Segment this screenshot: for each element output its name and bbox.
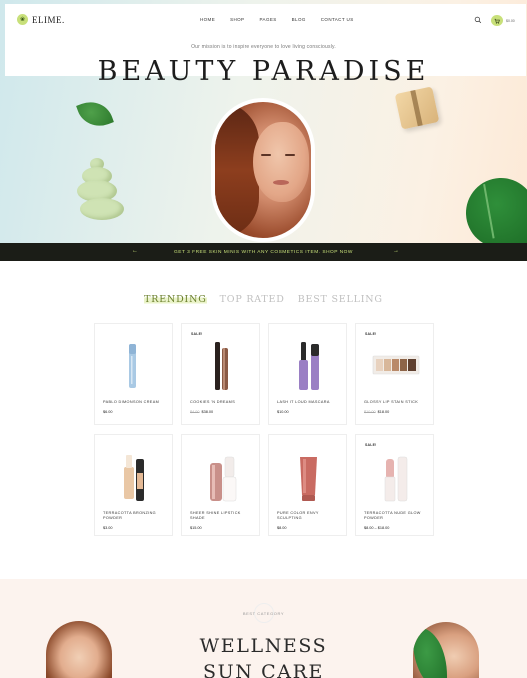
eyeshadow-palette-icon xyxy=(372,355,420,375)
product-name[interactable]: SHEER SHINE LIPSTICK SHADE xyxy=(190,511,256,521)
product-price: $3.00 xyxy=(103,526,113,530)
product-name[interactable]: TERRACOTTA BRONZING POWDER xyxy=(103,511,169,521)
leaf-decoration xyxy=(76,95,114,133)
nav-item-pages[interactable]: PAGES xyxy=(259,17,276,22)
hero-tagline: Our mission is to inspire everyone to lo… xyxy=(191,44,336,50)
foundation-bottle-icon xyxy=(124,455,144,501)
product-name[interactable]: TERRACOTTA NUDE GLOW POWDER xyxy=(364,511,430,521)
product-name[interactable]: PABLO DIMONSON CREAM xyxy=(103,400,169,405)
hero-banner: ❀ ELIME. HOME SHOP PAGES BLOG CONTACT US… xyxy=(0,0,527,243)
lipstick-icon xyxy=(384,456,408,502)
product-price: $6.00 xyxy=(103,410,113,414)
product-card[interactable]: PABLO DIMONSON CREAM $6.00 xyxy=(94,323,173,425)
nav-item-home[interactable]: HOME xyxy=(200,17,215,22)
nav-item-contact[interactable]: CONTACT US xyxy=(321,17,354,22)
concealer-stick-icon xyxy=(129,344,136,388)
product-price: $8.00 – $18.00 xyxy=(364,526,390,530)
category-eyebrow: BEST CATEGORY xyxy=(242,611,285,616)
promo-text[interactable]: GET 3 FREE SKIN MINIS WITH ANY COSMETICS… xyxy=(174,250,353,255)
logo-text: ELIME. xyxy=(32,14,65,25)
product-tabs: TRENDING TOP RATED BEST SELLING xyxy=(0,294,527,305)
tab-trending[interactable]: TRENDING xyxy=(144,294,207,305)
mascara-icon xyxy=(215,342,228,390)
logo-icon: ❀ xyxy=(17,14,28,25)
product-card[interactable]: LASH IT LOUD MASCARA $10.00 xyxy=(268,323,347,425)
promo-prev-arrow-icon[interactable]: ← xyxy=(132,248,138,254)
product-card[interactable]: SALE! GLOSSY LIP STAIN STICK $10.00 $18.0… xyxy=(355,323,434,425)
product-card[interactable]: SHEER SHINE LIPSTICK SHADE $15.00 xyxy=(181,434,260,536)
sale-badge: SALE! xyxy=(365,332,377,336)
nav-item-shop[interactable]: SHOP xyxy=(230,17,244,22)
promo-bar: ← GET 3 FREE SKIN MINIS WITH ANY COSMETI… xyxy=(0,243,527,261)
search-icon[interactable] xyxy=(474,16,482,24)
product-name[interactable]: PURE COLOR ENVY SCULPTING xyxy=(277,511,343,521)
hero-portrait xyxy=(211,98,315,242)
tab-best-selling[interactable]: BEST SELLING xyxy=(298,294,383,305)
product-price: $4.00 $38.00 xyxy=(190,410,214,414)
main-nav: HOME SHOP PAGES BLOG CONTACT US xyxy=(200,17,354,22)
product-price: $8.00 xyxy=(277,526,287,530)
category-photo-left xyxy=(46,621,112,678)
cart-icon xyxy=(494,18,500,24)
product-name[interactable]: GLOSSY LIP STAIN STICK xyxy=(364,400,430,405)
product-card[interactable]: SALE! TERRACOTTA NUDE GLOW POWDER $8.00 … xyxy=(355,434,434,536)
product-card[interactable]: PURE COLOR ENVY SCULPTING $8.00 xyxy=(268,434,347,536)
sale-badge: SALE! xyxy=(365,443,377,447)
product-price: $10.00 $18.00 xyxy=(364,410,390,414)
cart-total: $0.00 xyxy=(506,19,515,23)
product-grid: PABLO DIMONSON CREAM $6.00 SALE! COOKIES… xyxy=(94,323,434,536)
monstera-leaf-decoration xyxy=(456,168,527,243)
product-price: $10.00 xyxy=(277,410,289,414)
hero-title: BEAUTY PARADISE xyxy=(97,56,430,87)
cart-button[interactable] xyxy=(491,15,503,26)
category-photo-right xyxy=(413,622,479,678)
mascara-icon xyxy=(299,342,319,390)
product-card[interactable]: TERRACOTTA BRONZING POWDER $3.00 xyxy=(94,434,173,536)
lip-tube-icon xyxy=(300,457,317,501)
lip-gloss-icon xyxy=(210,456,237,502)
product-name[interactable]: LASH IT LOUD MASCARA xyxy=(277,400,343,405)
logo[interactable]: ❀ ELIME. xyxy=(17,14,65,25)
promo-next-arrow-icon[interactable]: → xyxy=(393,248,399,254)
product-card[interactable]: SALE! COOKIES 'N DREAMS $4.00 $38.00 xyxy=(181,323,260,425)
product-name[interactable]: COOKIES 'N DREAMS xyxy=(190,400,256,405)
best-category-section: BEST CATEGORY WELLNESS SUN CARE xyxy=(0,579,527,678)
nav-item-blog[interactable]: BLOG xyxy=(292,17,306,22)
sale-badge: SALE! xyxy=(191,332,203,336)
product-price: $15.00 xyxy=(190,526,202,530)
soap-bar-decoration xyxy=(394,86,440,130)
tab-top-rated[interactable]: TOP RATED xyxy=(220,294,285,305)
